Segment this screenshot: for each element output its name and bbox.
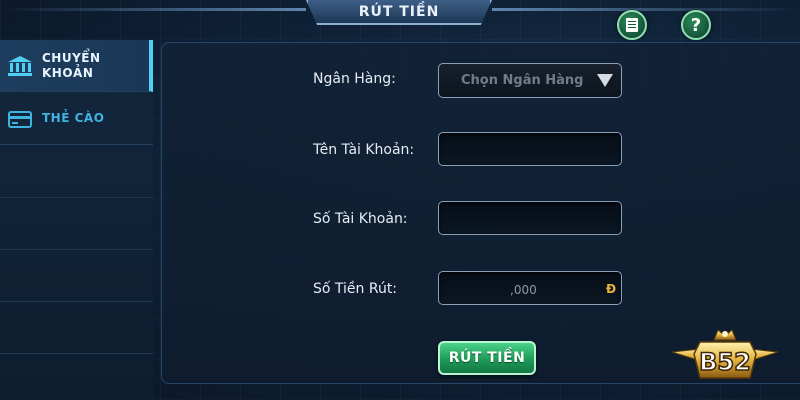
page-title: RÚT TIỀN: [358, 3, 440, 20]
top-rail-right: [492, 8, 800, 11]
bank-icon: [6, 55, 34, 77]
triangle-down-icon: [597, 74, 613, 87]
list-icon: [626, 18, 638, 32]
history-button[interactable]: [617, 10, 647, 40]
logo-text: B52: [699, 348, 751, 376]
sidebar-item-scratch-card[interactable]: THẺ CÀO: [0, 93, 153, 145]
account-name-label: Tên Tài Khoản:: [313, 142, 415, 158]
card-icon: [6, 108, 34, 130]
sidebar-empty-slot: [0, 250, 153, 302]
account-number-field-box: [438, 201, 622, 235]
account-number-label: Số Tài Khoản:: [313, 211, 408, 227]
page-title-tab: RÚT TIỀN: [306, 0, 492, 25]
b52-logo: B52: [670, 322, 780, 392]
question-mark-icon: ?: [690, 14, 702, 36]
currency-symbol: Đ: [606, 282, 617, 296]
sidebar-item-bank-transfer[interactable]: CHUYỂN KHOẢN: [0, 40, 153, 92]
sidebar-empty-slot: [0, 198, 153, 250]
sidebar-item-label: THẺ CÀO: [42, 111, 105, 125]
sidebar-empty-slot: [0, 302, 153, 354]
withdraw-submit-button[interactable]: RÚT TIỀN: [438, 341, 536, 375]
submit-button-label: RÚT TIỀN: [448, 350, 526, 366]
sidebar-item-label: CHUYỂN KHOẢN: [42, 50, 101, 80]
account-name-input[interactable]: [439, 133, 621, 165]
bank-select[interactable]: Chọn Ngân Hàng: [438, 63, 622, 98]
bank-label: Ngân Hàng:: [313, 71, 396, 87]
bank-select-value: Chọn Ngân Hàng: [461, 73, 584, 88]
sidebar-empty-slot: [0, 146, 153, 198]
sidebar: CHUYỂN KHOẢN THẺ CÀO: [0, 40, 153, 400]
top-rail-left: [0, 8, 306, 11]
account-name-field-box: [438, 132, 622, 166]
amount-label: Số Tiền Rút:: [313, 281, 398, 297]
help-button[interactable]: ?: [681, 10, 711, 40]
account-number-input[interactable]: [439, 202, 621, 234]
amount-placeholder: ,000: [510, 283, 537, 297]
